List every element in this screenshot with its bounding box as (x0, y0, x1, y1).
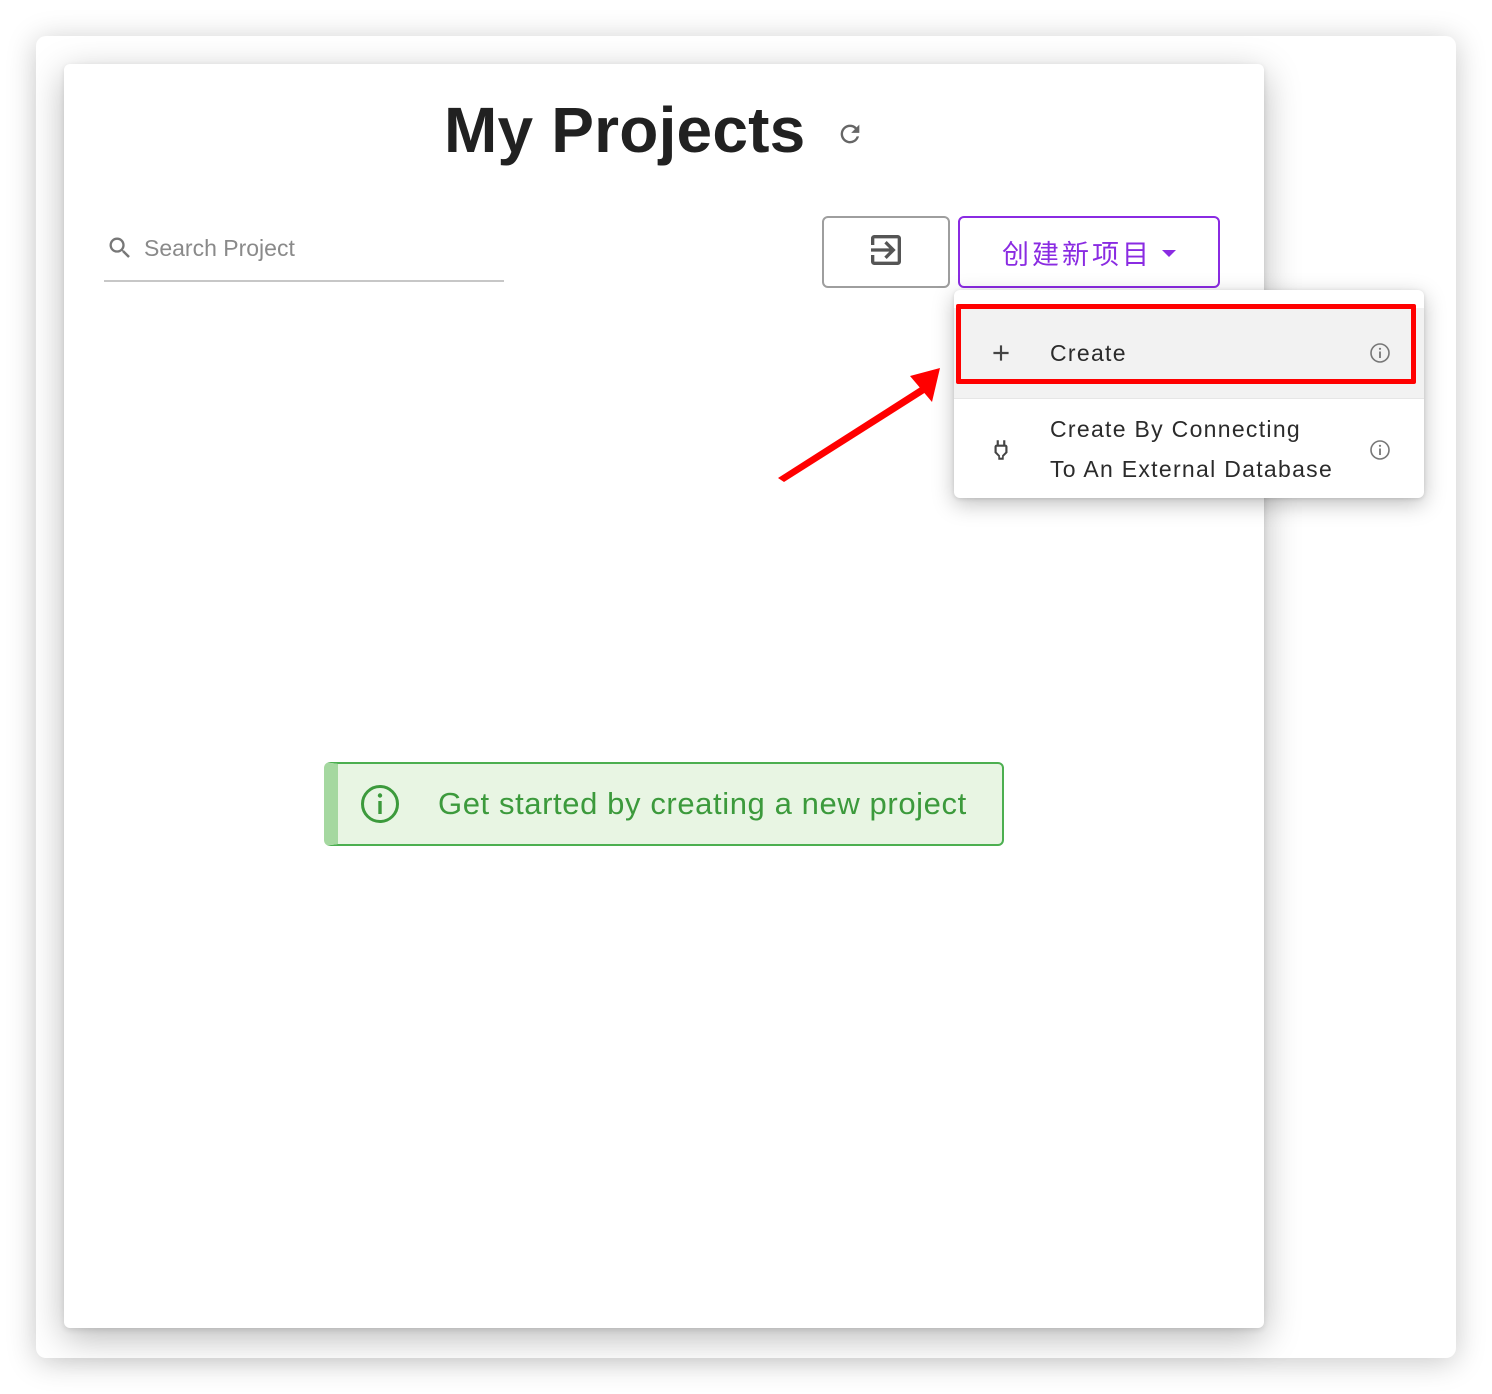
info-icon[interactable] (1368, 438, 1392, 462)
menu-item-create[interactable]: Create (954, 308, 1424, 398)
search-input[interactable] (144, 230, 494, 266)
page-title: My Projects (444, 94, 806, 166)
info-icon[interactable] (1368, 341, 1392, 365)
plus-icon (988, 340, 1014, 366)
import-project-button[interactable] (822, 216, 950, 288)
search-field[interactable] (104, 224, 504, 282)
label-line-2: To An External Database (1050, 456, 1334, 482)
create-dropdown-menu: Create Create By Connecting To An Extern… (954, 290, 1424, 498)
import-icon (866, 230, 906, 275)
plug-icon (988, 437, 1014, 463)
search-icon (106, 234, 134, 262)
caret-down-icon (1162, 249, 1176, 257)
create-new-project-label: 创建新项目 (1002, 239, 1152, 271)
menu-item-create-external-db[interactable]: Create By Connecting To An External Data… (954, 398, 1424, 498)
label-line-1: Create By Connecting (1050, 416, 1302, 442)
info-circle-icon (360, 784, 400, 824)
refresh-icon[interactable] (836, 120, 864, 148)
empty-state-banner: Get started by creating a new project (324, 762, 1004, 846)
menu-item-create-label: Create (1050, 340, 1127, 366)
menu-item-create-external-db-label: Create By Connecting To An External Data… (1050, 409, 1333, 489)
create-new-project-button[interactable]: 创建新项目 (958, 216, 1220, 288)
banner-text: Get started by creating a new project (438, 786, 967, 821)
